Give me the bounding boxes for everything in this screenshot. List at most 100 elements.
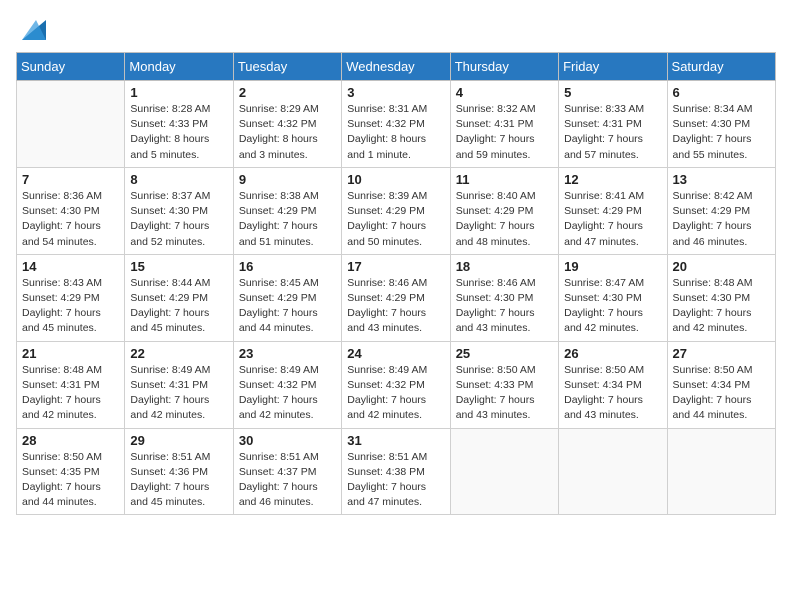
- weekday-header-wednesday: Wednesday: [342, 53, 450, 81]
- weekday-header-monday: Monday: [125, 53, 233, 81]
- calendar-cell: 13 Sunrise: 8:42 AM Sunset: 4:29 PM Dayli…: [667, 167, 775, 254]
- calendar-cell: 17 Sunrise: 8:46 AM Sunset: 4:29 PM Dayli…: [342, 254, 450, 341]
- day-info: Sunrise: 8:48 AM Sunset: 4:30 PM Dayligh…: [673, 276, 770, 337]
- logo: [16, 16, 46, 44]
- calendar-cell: 8 Sunrise: 8:37 AM Sunset: 4:30 PM Daylig…: [125, 167, 233, 254]
- calendar-cell: 16 Sunrise: 8:45 AM Sunset: 4:29 PM Dayli…: [233, 254, 341, 341]
- day-number: 13: [673, 172, 770, 187]
- calendar-week-row: 7 Sunrise: 8:36 AM Sunset: 4:30 PM Daylig…: [17, 167, 776, 254]
- calendar-cell: 27Sunrise: 8:50 AM Sunset: 4:34 PM Dayli…: [667, 341, 775, 428]
- calendar-cell: 23Sunrise: 8:49 AM Sunset: 4:32 PM Dayli…: [233, 341, 341, 428]
- day-info: Sunrise: 8:50 AM Sunset: 4:34 PM Dayligh…: [564, 363, 661, 424]
- day-number: 9: [239, 172, 336, 187]
- weekday-header-friday: Friday: [559, 53, 667, 81]
- calendar-cell: 10Sunrise: 8:39 AM Sunset: 4:29 PM Dayli…: [342, 167, 450, 254]
- day-info: Sunrise: 8:43 AM Sunset: 4:29 PM Dayligh…: [22, 276, 119, 337]
- calendar-week-row: 28 Sunrise: 8:50 AM Sunset: 4:35 PM Dayli…: [17, 428, 776, 515]
- day-info: Sunrise: 8:36 AM Sunset: 4:30 PM Dayligh…: [22, 189, 119, 250]
- day-number: 25: [456, 346, 553, 361]
- day-info: Sunrise: 8:37 AM Sunset: 4:30 PM Dayligh…: [130, 189, 227, 250]
- calendar-cell: 6Sunrise: 8:34 AM Sunset: 4:30 PM Daylig…: [667, 81, 775, 168]
- page-header: [16, 16, 776, 44]
- day-number: 23: [239, 346, 336, 361]
- day-info: Sunrise: 8:46 AM Sunset: 4:30 PM Dayligh…: [456, 276, 553, 337]
- weekday-header-row: SundayMondayTuesdayWednesdayThursdayFrid…: [17, 53, 776, 81]
- calendar-cell: 31 Sunrise: 8:51 AM Sunset: 4:38 PM Dayli…: [342, 428, 450, 515]
- day-number: 20: [673, 259, 770, 274]
- calendar-cell: 3 Sunrise: 8:31 AM Sunset: 4:32 PM Daylig…: [342, 81, 450, 168]
- day-number: 21: [22, 346, 119, 361]
- day-number: 11: [456, 172, 553, 187]
- day-number: 31: [347, 433, 444, 448]
- calendar-cell: 30Sunrise: 8:51 AM Sunset: 4:37 PM Dayli…: [233, 428, 341, 515]
- day-number: 29: [130, 433, 227, 448]
- day-info: Sunrise: 8:50 AM Sunset: 4:34 PM Dayligh…: [673, 363, 770, 424]
- day-number: 26: [564, 346, 661, 361]
- calendar-cell: 11 Sunrise: 8:40 AM Sunset: 4:29 PM Dayli…: [450, 167, 558, 254]
- day-info: Sunrise: 8:40 AM Sunset: 4:29 PM Dayligh…: [456, 189, 553, 250]
- calendar-cell: [450, 428, 558, 515]
- calendar-cell: [17, 81, 125, 168]
- day-info: Sunrise: 8:51 AM Sunset: 4:38 PM Dayligh…: [347, 450, 444, 511]
- day-number: 7: [22, 172, 119, 187]
- calendar-table: SundayMondayTuesdayWednesdayThursdayFrid…: [16, 52, 776, 515]
- day-number: 15: [130, 259, 227, 274]
- day-info: Sunrise: 8:42 AM Sunset: 4:29 PM Dayligh…: [673, 189, 770, 250]
- calendar-cell: 4Sunrise: 8:32 AM Sunset: 4:31 PM Daylig…: [450, 81, 558, 168]
- calendar-cell: 9 Sunrise: 8:38 AM Sunset: 4:29 PM Daylig…: [233, 167, 341, 254]
- calendar-cell: 21 Sunrise: 8:48 AM Sunset: 4:31 PM Dayli…: [17, 341, 125, 428]
- day-number: 2: [239, 85, 336, 100]
- calendar-cell: 15 Sunrise: 8:44 AM Sunset: 4:29 PM Dayli…: [125, 254, 233, 341]
- calendar-cell: 26 Sunrise: 8:50 AM Sunset: 4:34 PM Dayli…: [559, 341, 667, 428]
- day-number: 24: [347, 346, 444, 361]
- day-number: 1: [130, 85, 227, 100]
- calendar-cell: 29 Sunrise: 8:51 AM Sunset: 4:36 PM Dayli…: [125, 428, 233, 515]
- calendar-cell: [559, 428, 667, 515]
- day-number: 3: [347, 85, 444, 100]
- day-number: 30: [239, 433, 336, 448]
- day-info: Sunrise: 8:47 AM Sunset: 4:30 PM Dayligh…: [564, 276, 661, 337]
- day-info: Sunrise: 8:50 AM Sunset: 4:35 PM Dayligh…: [22, 450, 119, 511]
- day-info: Sunrise: 8:45 AM Sunset: 4:29 PM Dayligh…: [239, 276, 336, 337]
- day-info: Sunrise: 8:31 AM Sunset: 4:32 PM Dayligh…: [347, 102, 444, 163]
- calendar-cell: 24 Sunrise: 8:49 AM Sunset: 4:32 PM Dayli…: [342, 341, 450, 428]
- day-info: Sunrise: 8:28 AM Sunset: 4:33 PM Dayligh…: [130, 102, 227, 163]
- day-number: 18: [456, 259, 553, 274]
- day-number: 4: [456, 85, 553, 100]
- day-info: Sunrise: 8:44 AM Sunset: 4:29 PM Dayligh…: [130, 276, 227, 337]
- calendar-cell: 25 Sunrise: 8:50 AM Sunset: 4:33 PM Dayli…: [450, 341, 558, 428]
- day-info: Sunrise: 8:51 AM Sunset: 4:36 PM Dayligh…: [130, 450, 227, 511]
- calendar-cell: 1 Sunrise: 8:28 AM Sunset: 4:33 PM Daylig…: [125, 81, 233, 168]
- day-number: 5: [564, 85, 661, 100]
- day-info: Sunrise: 8:48 AM Sunset: 4:31 PM Dayligh…: [22, 363, 119, 424]
- calendar-week-row: 14 Sunrise: 8:43 AM Sunset: 4:29 PM Dayli…: [17, 254, 776, 341]
- calendar-cell: 2 Sunrise: 8:29 AM Sunset: 4:32 PM Daylig…: [233, 81, 341, 168]
- day-info: Sunrise: 8:29 AM Sunset: 4:32 PM Dayligh…: [239, 102, 336, 163]
- day-info: Sunrise: 8:33 AM Sunset: 4:31 PM Dayligh…: [564, 102, 661, 163]
- calendar-cell: 5 Sunrise: 8:33 AM Sunset: 4:31 PM Daylig…: [559, 81, 667, 168]
- day-info: Sunrise: 8:50 AM Sunset: 4:33 PM Dayligh…: [456, 363, 553, 424]
- day-info: Sunrise: 8:46 AM Sunset: 4:29 PM Dayligh…: [347, 276, 444, 337]
- day-number: 16: [239, 259, 336, 274]
- day-info: Sunrise: 8:49 AM Sunset: 4:32 PM Dayligh…: [347, 363, 444, 424]
- calendar-cell: 7 Sunrise: 8:36 AM Sunset: 4:30 PM Daylig…: [17, 167, 125, 254]
- logo-icon: [18, 16, 46, 44]
- day-number: 12: [564, 172, 661, 187]
- day-info: Sunrise: 8:49 AM Sunset: 4:31 PM Dayligh…: [130, 363, 227, 424]
- calendar-cell: 12 Sunrise: 8:41 AM Sunset: 4:29 PM Dayli…: [559, 167, 667, 254]
- calendar-cell: 18 Sunrise: 8:46 AM Sunset: 4:30 PM Dayli…: [450, 254, 558, 341]
- day-number: 8: [130, 172, 227, 187]
- day-number: 14: [22, 259, 119, 274]
- day-info: Sunrise: 8:41 AM Sunset: 4:29 PM Dayligh…: [564, 189, 661, 250]
- calendar-cell: 14 Sunrise: 8:43 AM Sunset: 4:29 PM Dayli…: [17, 254, 125, 341]
- calendar-week-row: 1 Sunrise: 8:28 AM Sunset: 4:33 PM Daylig…: [17, 81, 776, 168]
- weekday-header-tuesday: Tuesday: [233, 53, 341, 81]
- day-number: 28: [22, 433, 119, 448]
- calendar-cell: 22 Sunrise: 8:49 AM Sunset: 4:31 PM Dayli…: [125, 341, 233, 428]
- day-number: 22: [130, 346, 227, 361]
- day-info: Sunrise: 8:38 AM Sunset: 4:29 PM Dayligh…: [239, 189, 336, 250]
- day-number: 19: [564, 259, 661, 274]
- day-info: Sunrise: 8:34 AM Sunset: 4:30 PM Dayligh…: [673, 102, 770, 163]
- calendar-week-row: 21 Sunrise: 8:48 AM Sunset: 4:31 PM Dayli…: [17, 341, 776, 428]
- day-number: 17: [347, 259, 444, 274]
